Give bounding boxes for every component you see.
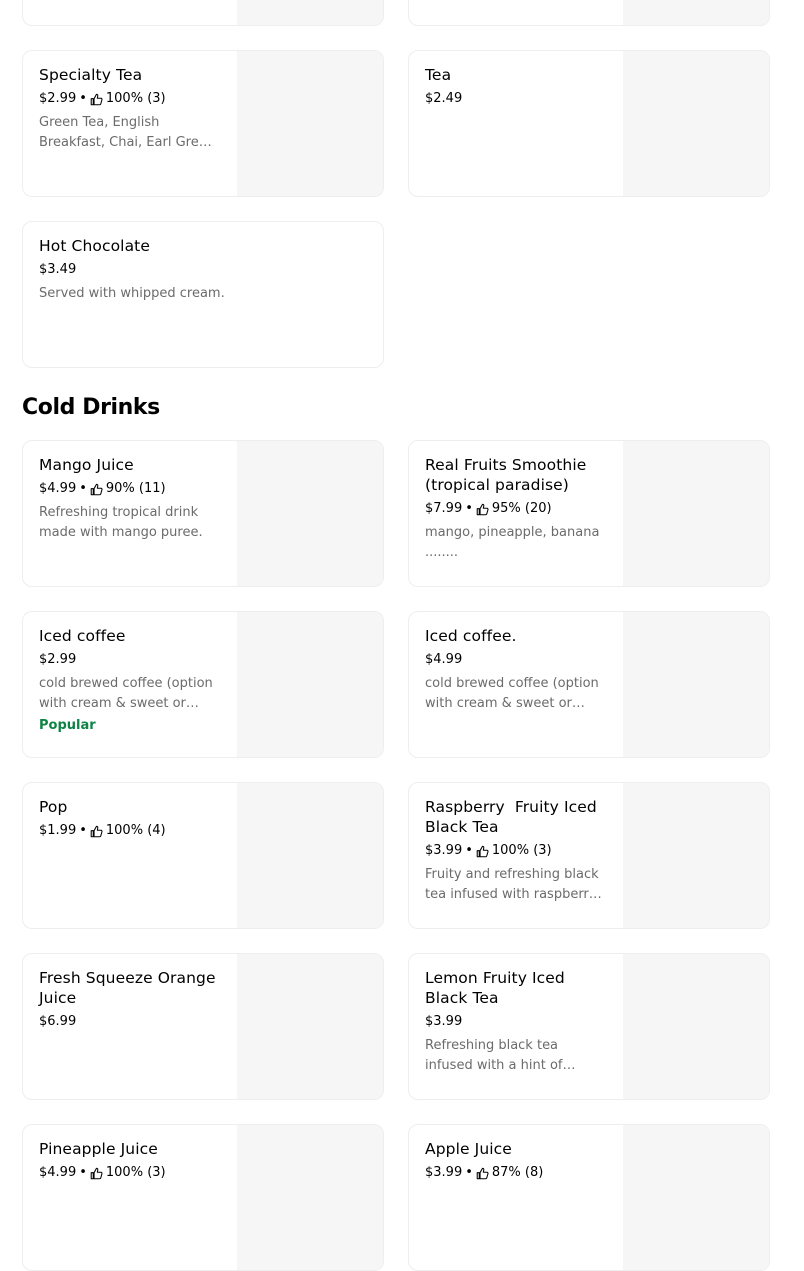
thumbs-up-icon (476, 1167, 489, 1179)
item-name: Hot Chocolate (39, 237, 150, 255)
item-name: Pop (39, 798, 68, 816)
item-meta: $3.99 (425, 1012, 605, 1032)
popular-badge: Popular (39, 718, 96, 733)
item-description: cold brewed coffee (option with cream & … (425, 676, 599, 711)
thumbs-up-icon (90, 483, 103, 495)
menu-item-real-fruits-smoothie[interactable]: Real Fruits Smoothie (tropical paradise)… (408, 440, 770, 587)
item-image (237, 954, 383, 1099)
item-image (623, 51, 769, 196)
item-image (623, 783, 769, 928)
item-meta: $4.99 • 100% (3) (39, 1163, 219, 1183)
menu-item-mango-juice[interactable]: Mango Juice $4.99 • 90% (11) Refreshing … (22, 440, 384, 587)
menu-item-orange-juice[interactable]: Fresh Squeeze Orange Juice $6.99 (22, 953, 384, 1100)
item-meta: $1.99 • 100% (4) (39, 821, 219, 841)
item-price: $4.99 (39, 481, 77, 496)
item-meta: $7.99 • 95% (20) (425, 499, 605, 519)
menu-item-card[interactable] (408, 0, 770, 26)
item-name: Iced coffee. (425, 627, 517, 645)
menu-item-iced-coffee-2[interactable]: Iced coffee. $4.99 cold brewed coffee (o… (408, 611, 770, 758)
separator-dot: • (465, 843, 473, 858)
menu-item-tea[interactable]: Tea $2.49 (408, 50, 770, 197)
item-description: mango, pineapple, banana ........ (425, 525, 600, 560)
item-name: Pineapple Juice (39, 1140, 158, 1158)
item-meta: $3.49 (39, 260, 339, 280)
menu-item-hot-chocolate[interactable]: Hot Chocolate $3.49 Served with whipped … (22, 221, 384, 368)
item-meta: $3.99 • 87% (8) (425, 1163, 605, 1183)
item-image (237, 612, 383, 757)
item-price: $7.99 (425, 501, 463, 516)
item-name: Lemon Fruity Iced Black Tea (425, 969, 565, 1007)
item-meta: $4.99 (425, 650, 605, 670)
separator-dot: • (465, 1165, 473, 1180)
menu-item-lemon-iced-tea[interactable]: Lemon Fruity Iced Black Tea $3.99 Refres… (408, 953, 770, 1100)
item-price: $1.99 (39, 823, 77, 838)
item-description: Refreshing black tea infused with a hint… (425, 1038, 563, 1073)
thumbs-up-icon (90, 1167, 103, 1179)
item-meta: $2.99 (39, 650, 219, 670)
thumbs-up-icon (90, 93, 103, 105)
item-image (623, 441, 769, 586)
item-image (237, 1125, 383, 1270)
thumbs-up-icon (476, 845, 489, 857)
item-price: $2.49 (425, 91, 463, 106)
item-rating: 100% (4) (105, 823, 166, 838)
item-description: Green Tea, English Breakfast, Chai, Earl… (39, 115, 211, 150)
item-image (623, 612, 769, 757)
separator-dot: • (79, 91, 87, 106)
item-rating: 100% (3) (105, 1165, 166, 1180)
item-image (237, 783, 383, 928)
item-meta: $2.99 • 100% (3) (39, 89, 219, 109)
item-name: Specialty Tea (39, 66, 143, 84)
item-name: Tea (425, 66, 452, 84)
separator-dot: • (79, 1165, 87, 1180)
item-rating: 100% (3) (491, 843, 552, 858)
item-meta: $3.99 • 100% (3) (425, 841, 605, 861)
thumbs-up-icon (90, 825, 103, 837)
item-image (623, 954, 769, 1099)
menu-item-apple-juice[interactable]: Apple Juice $3.99 • 87% (8) (408, 1124, 770, 1271)
item-image (237, 51, 383, 196)
item-rating: 90% (11) (105, 481, 166, 496)
item-description: Fruity and refreshing black tea infused … (425, 867, 599, 902)
item-rating: 100% (3) (105, 91, 166, 106)
item-price: $3.49 (39, 262, 77, 277)
menu-item-pineapple-juice[interactable]: Pineapple Juice $4.99 • 100% (3) (22, 1124, 384, 1271)
item-price: $4.99 (39, 1165, 77, 1180)
item-name: Real Fruits Smoothie (tropical paradise) (425, 456, 587, 494)
item-name: Fresh Squeeze Orange Juice (39, 969, 216, 1007)
menu-item-iced-coffee[interactable]: Iced coffee $2.99 cold brewed coffee (op… (22, 611, 384, 758)
item-meta: $4.99 • 90% (11) (39, 479, 219, 499)
item-price: $6.99 (39, 1014, 77, 1029)
separator-dot: • (465, 501, 473, 516)
item-name: Iced coffee (39, 627, 126, 645)
item-price: $4.99 (425, 652, 463, 667)
item-price: $3.99 (425, 1165, 463, 1180)
item-meta: $2.49 (425, 89, 605, 109)
item-rating: 87% (8) (491, 1165, 544, 1180)
item-description: Refreshing tropical drink made with mang… (39, 505, 203, 540)
item-name: Apple Juice (425, 1140, 512, 1158)
menu-item-card[interactable] (22, 0, 384, 26)
separator-dot: • (79, 481, 87, 496)
item-image (623, 1125, 769, 1270)
menu-item-raspberry-iced-tea[interactable]: Raspberry Fruity Iced Black Tea $3.99 • … (408, 782, 770, 929)
item-price: $2.99 (39, 652, 77, 667)
thumbs-up-icon (476, 503, 489, 515)
menu-item-pop[interactable]: Pop $1.99 • 100% (4) (22, 782, 384, 929)
item-rating: 95% (20) (491, 501, 552, 516)
item-description: cold brewed coffee (option with cream & … (39, 676, 213, 711)
section-title-cold-drinks: Cold Drinks (22, 395, 160, 420)
item-image (237, 441, 383, 586)
item-name: Mango Juice (39, 456, 134, 474)
item-description: Served with whipped cream. (39, 286, 225, 301)
item-meta: $6.99 (39, 1012, 219, 1032)
item-image (237, 0, 383, 25)
item-price: $3.99 (425, 1014, 463, 1029)
item-name: Raspberry Fruity Iced Black Tea (425, 798, 602, 836)
item-price: $3.99 (425, 843, 463, 858)
item-price: $2.99 (39, 91, 77, 106)
item-image (623, 0, 769, 25)
separator-dot: • (79, 823, 87, 838)
menu-item-specialty-tea[interactable]: Specialty Tea $2.99 • 100% (3) Green Tea… (22, 50, 384, 197)
